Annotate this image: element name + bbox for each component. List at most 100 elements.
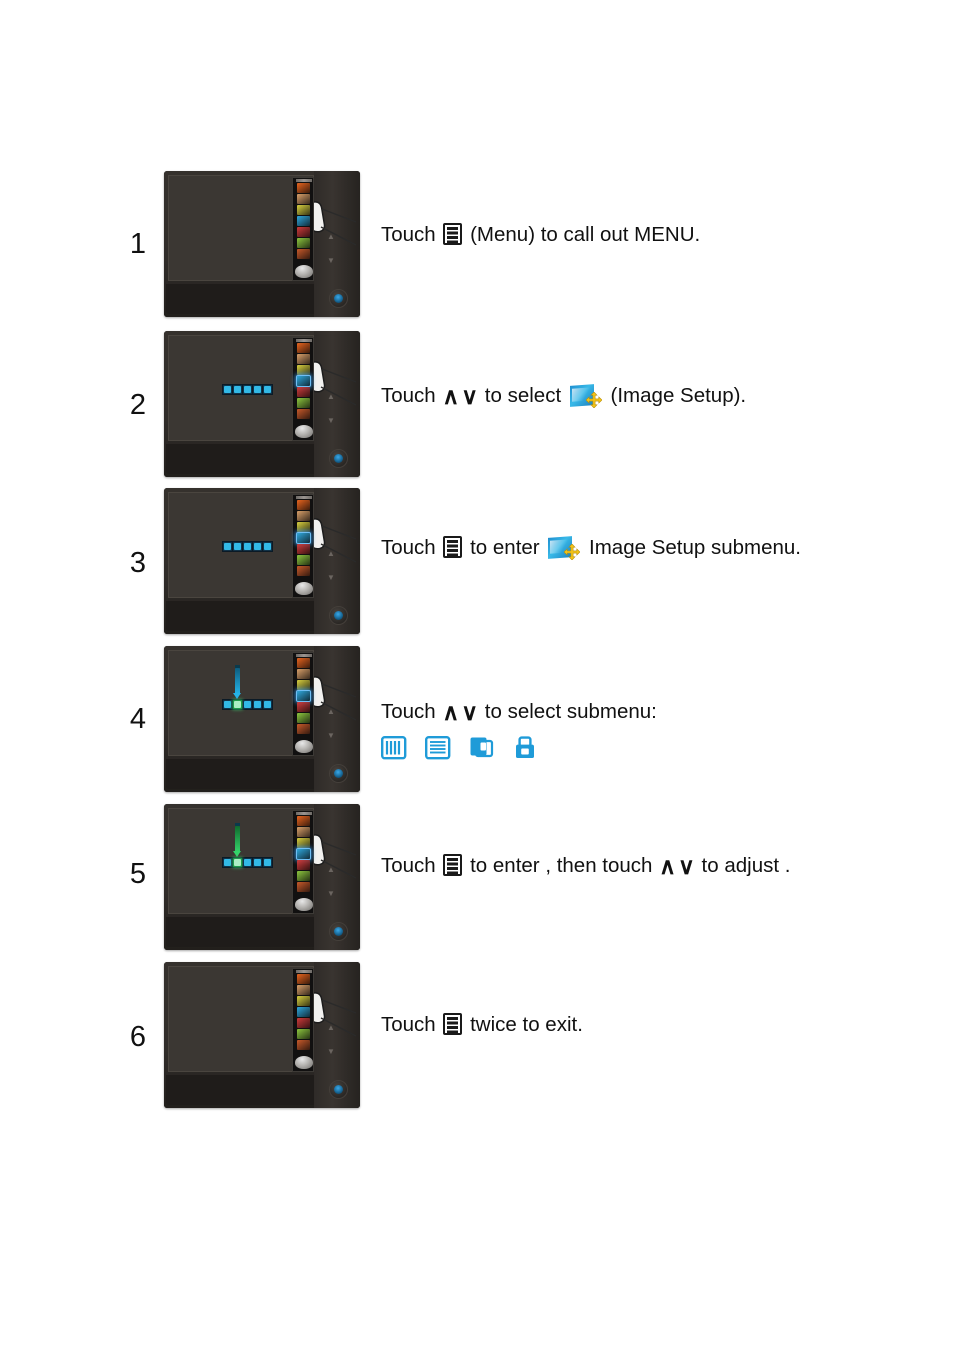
osd-auto-adjust-icon[interactable]: [296, 354, 310, 364]
monitor-button-down[interactable]: ▼: [326, 574, 336, 582]
osd-cell-position-squares-icon[interactable]: [243, 700, 252, 709]
osd-other-settings-icon[interactable]: [296, 724, 310, 734]
osd-input-source-icon[interactable]: [296, 205, 310, 215]
osd-brightness-contrast-icon[interactable]: [296, 500, 310, 510]
monitor-button-down[interactable]: ▼: [326, 257, 336, 265]
power-button[interactable]: [329, 1080, 348, 1099]
osd-auto-adjust-icon[interactable]: [296, 827, 310, 837]
osd-personalize-icon[interactable]: [295, 582, 313, 595]
osd-cell-position-squares-icon[interactable]: [243, 542, 252, 551]
osd-personalize-icon[interactable]: [295, 265, 313, 278]
monitor-button-up[interactable]: ▲: [326, 233, 336, 241]
osd-input-source-icon[interactable]: [296, 680, 310, 690]
osd-brightness-contrast-icon[interactable]: [296, 816, 310, 826]
power-button[interactable]: [329, 289, 348, 308]
osd-other-settings-icon[interactable]: [296, 409, 310, 419]
osd-cell-exit-icon[interactable]: [263, 542, 272, 551]
osd-cell-clock-bars-icon[interactable]: [223, 858, 232, 867]
osd-auto-adjust-icon[interactable]: [296, 985, 310, 995]
osd-cell-aspect-ratio-icon[interactable]: [253, 385, 262, 394]
aspect-ratio-icon: [513, 735, 541, 761]
clock-bars-icon: [381, 735, 409, 761]
osd-personalize-icon[interactable]: [295, 425, 313, 438]
osd-image-setup-icon[interactable]: [295, 532, 311, 544]
osd-brightness-contrast-icon[interactable]: [296, 183, 310, 193]
osd-cell-clock-bars-icon[interactable]: [223, 700, 232, 709]
osd-cell-aspect-ratio-icon[interactable]: [253, 700, 262, 709]
monitor-button-up[interactable]: ▲: [326, 708, 336, 716]
osd-image-setup-icon[interactable]: [296, 1007, 310, 1017]
osd-color-settings-icon[interactable]: [296, 227, 310, 237]
osd-cell-clock-bars-icon[interactable]: [223, 542, 232, 551]
instruction-line: Touch twice to exit.: [381, 1013, 583, 1036]
osd-display-settings-icon[interactable]: [296, 1029, 310, 1039]
step-number: 3: [129, 547, 147, 579]
osd-color-settings-icon[interactable]: [296, 860, 310, 870]
osd-color-settings-icon[interactable]: [296, 702, 310, 712]
monitor-button-down[interactable]: ▼: [326, 732, 336, 740]
monitor-button-up[interactable]: ▲: [326, 393, 336, 401]
osd-other-settings-icon[interactable]: [296, 249, 310, 259]
osd-color-settings-icon[interactable]: [296, 544, 310, 554]
monitor-button-down[interactable]: ▼: [326, 1048, 336, 1056]
osd-cell-glyph: [234, 859, 241, 866]
osd-input-source-icon[interactable]: [296, 996, 310, 1006]
power-button[interactable]: [329, 606, 348, 625]
menu-icon: [443, 1013, 463, 1035]
osd-brightness-contrast-icon[interactable]: [296, 658, 310, 668]
monitor-button-down[interactable]: ▼: [326, 890, 336, 898]
osd-cell-phase-lines-icon[interactable]: [233, 542, 242, 551]
step-instruction-text: Touch twice to exit.: [381, 1012, 583, 1038]
osd-personalize-icon[interactable]: [295, 740, 313, 753]
osd-image-setup-icon[interactable]: [295, 375, 311, 387]
osd-cell-exit-icon[interactable]: [263, 385, 272, 394]
osd-cell-clock-bars-icon[interactable]: [223, 385, 232, 394]
osd-auto-adjust-icon[interactable]: [296, 669, 310, 679]
osd-image-setup-icon[interactable]: [295, 690, 311, 702]
osd-cell-phase-lines-icon[interactable]: [233, 858, 242, 867]
osd-image-setup-icon[interactable]: [295, 848, 311, 860]
osd-cell-aspect-ratio-icon[interactable]: [253, 858, 262, 867]
osd-display-settings-icon[interactable]: [296, 713, 310, 723]
osd-other-settings-icon[interactable]: [296, 882, 310, 892]
osd-cell-glyph: [254, 859, 261, 866]
osd-display-settings-icon[interactable]: [296, 871, 310, 881]
osd-color-settings-icon[interactable]: [296, 1018, 310, 1028]
osd-personalize-icon[interactable]: [295, 898, 313, 911]
osd-brightness-contrast-icon[interactable]: [296, 343, 310, 353]
osd-cell-exit-icon[interactable]: [263, 858, 272, 867]
instruction-line: Touch ∧∨ to select submenu:: [381, 700, 657, 724]
power-button[interactable]: [329, 922, 348, 941]
osd-brightness-contrast-icon[interactable]: [296, 974, 310, 984]
osd-icon-strip: [292, 177, 314, 281]
osd-display-settings-icon[interactable]: [296, 398, 310, 408]
instruction-text-fragment: Touch: [381, 536, 442, 559]
osd-cell-exit-icon[interactable]: [263, 700, 272, 709]
osd-display-settings-icon[interactable]: [296, 238, 310, 248]
osd-color-settings-icon[interactable]: [296, 387, 310, 397]
power-button[interactable]: [329, 764, 348, 783]
osd-cell-aspect-ratio-icon[interactable]: [253, 542, 262, 551]
osd-cell-phase-lines-icon[interactable]: [233, 385, 242, 394]
osd-selection-pointer: [233, 823, 241, 857]
instruction-text-fragment: to select: [479, 384, 567, 407]
monitor-button-up[interactable]: ▲: [326, 550, 336, 558]
osd-input-source-icon[interactable]: [296, 365, 310, 375]
osd-cell-phase-lines-icon[interactable]: [233, 700, 242, 709]
osd-auto-adjust-icon[interactable]: [296, 194, 310, 204]
osd-other-settings-icon[interactable]: [296, 566, 310, 576]
power-button[interactable]: [329, 449, 348, 468]
monitor-button-up[interactable]: ▲: [326, 1024, 336, 1032]
osd-input-source-icon[interactable]: [296, 838, 310, 848]
monitor-button-down[interactable]: ▼: [326, 417, 336, 425]
osd-display-settings-icon[interactable]: [296, 555, 310, 565]
osd-input-source-icon[interactable]: [296, 522, 310, 532]
osd-personalize-icon[interactable]: [295, 1056, 313, 1069]
osd-pointer-cap: [235, 823, 240, 826]
osd-cell-position-squares-icon[interactable]: [243, 385, 252, 394]
osd-auto-adjust-icon[interactable]: [296, 511, 310, 521]
osd-image-setup-icon[interactable]: [296, 216, 310, 226]
osd-cell-position-squares-icon[interactable]: [243, 858, 252, 867]
monitor-button-up[interactable]: ▲: [326, 866, 336, 874]
osd-other-settings-icon[interactable]: [296, 1040, 310, 1050]
